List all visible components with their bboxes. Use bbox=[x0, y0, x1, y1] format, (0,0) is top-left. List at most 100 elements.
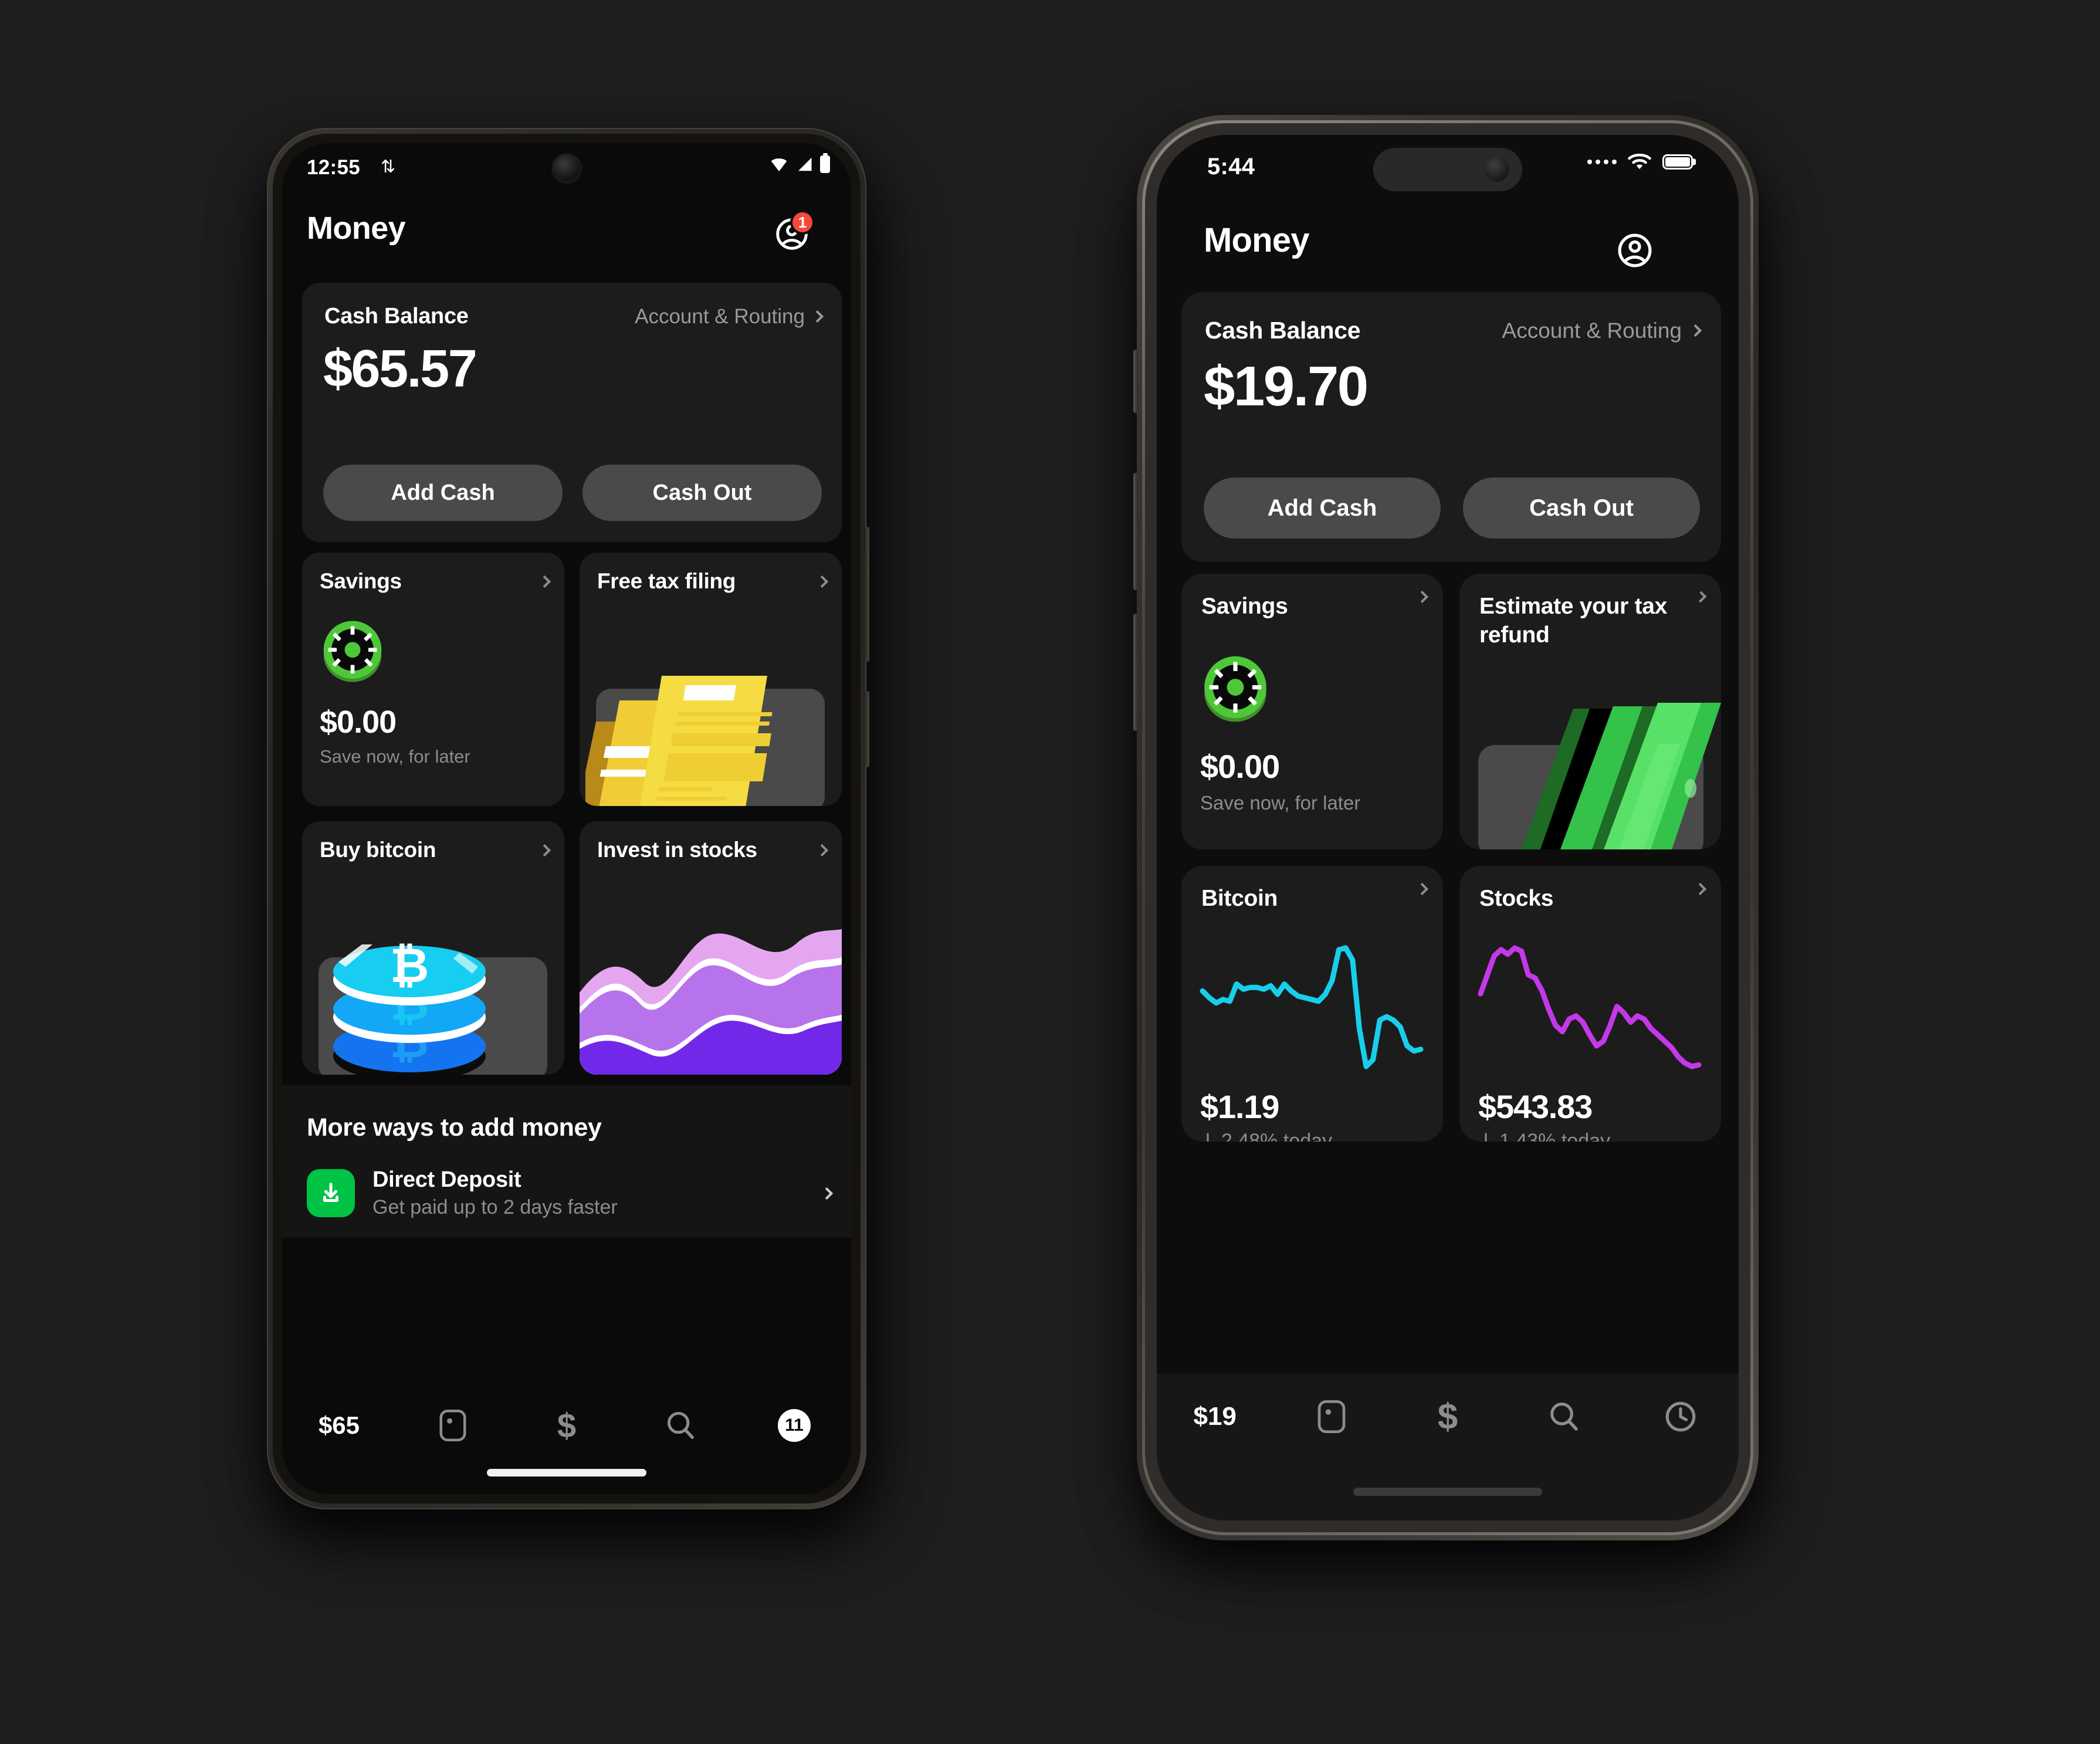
android-front-camera bbox=[553, 155, 580, 182]
nav-item-payments[interactable]: $ bbox=[1390, 1393, 1506, 1441]
chevron-right-icon bbox=[811, 310, 824, 323]
tax-filing-tile[interactable]: Free tax filing bbox=[580, 553, 842, 806]
add-cash-button[interactable]: Add Cash bbox=[323, 465, 563, 521]
savings-subtitle: Save now, for later bbox=[1200, 792, 1361, 814]
download-icon bbox=[307, 1169, 355, 1217]
account-routing-link[interactable]: Account & Routing bbox=[1502, 318, 1702, 343]
buy-bitcoin-tile[interactable]: Buy bitcoin ₿ ₿ bbox=[302, 821, 564, 1075]
notification-badge: 1 bbox=[790, 210, 815, 235]
invest-stocks-tile[interactable]: Invest in stocks bbox=[580, 821, 842, 1075]
cash-balance-label: Cash Balance bbox=[1205, 317, 1361, 344]
ios-volume-down-button[interactable] bbox=[1133, 614, 1138, 731]
nav-item-search[interactable] bbox=[624, 1404, 737, 1447]
search-icon bbox=[667, 1411, 694, 1439]
savings-tile-header: Savings bbox=[1201, 590, 1429, 621]
dollar-icon: $ bbox=[557, 1406, 577, 1445]
tax-documents-illustration bbox=[585, 676, 773, 806]
chevron-right-icon bbox=[1415, 882, 1429, 896]
vault-icon bbox=[1204, 656, 1266, 722]
android-power-button[interactable] bbox=[865, 691, 869, 767]
savings-tile-title: Savings bbox=[1201, 594, 1288, 619]
bitcoin-amount: $1.19 bbox=[1200, 1088, 1279, 1125]
cash-balance-header: Cash Balance Account & Routing bbox=[324, 304, 824, 329]
savings-tile[interactable]: Savings $0.00 Save now, for later bbox=[1181, 574, 1443, 849]
ios-app-header: Money bbox=[1157, 205, 1739, 287]
bitcoin-sparkline-chart bbox=[1200, 945, 1424, 1069]
android-tile-grid: Savings $0.00 Save now, for later Free t… bbox=[302, 553, 842, 1075]
android-status-bar: 12:55 ⇅ bbox=[282, 143, 851, 192]
android-volume-button[interactable] bbox=[865, 527, 869, 662]
page-title: Money bbox=[1204, 221, 1309, 259]
tax-filing-tile-header: Free tax filing bbox=[597, 569, 829, 594]
nav-item-balance[interactable]: $65 bbox=[282, 1404, 396, 1447]
android-system-icons bbox=[770, 155, 830, 174]
battery-icon bbox=[1662, 154, 1693, 170]
savings-tile[interactable]: Savings $0.00 Save now, for later bbox=[302, 553, 564, 806]
nav-item-activity[interactable]: 11 bbox=[737, 1404, 851, 1447]
ios-volume-up-button[interactable] bbox=[1133, 473, 1138, 590]
card-icon bbox=[439, 1410, 466, 1441]
ios-tile-grid: Savings $0.00 Save now, for later Estima… bbox=[1181, 574, 1721, 1142]
nav-item-activity[interactable] bbox=[1623, 1393, 1739, 1441]
invest-stocks-tile-header: Invest in stocks bbox=[597, 838, 829, 862]
ios-bezel: 5:44 Money Cash Balance Account & Routin… bbox=[1145, 123, 1750, 1532]
cash-balance-header: Cash Balance Account & Routing bbox=[1205, 317, 1702, 344]
nav-item-payments[interactable]: $ bbox=[510, 1404, 624, 1447]
cash-bills-illustration bbox=[1522, 703, 1721, 849]
nav-item-search[interactable] bbox=[1506, 1393, 1622, 1441]
stocks-delta-label: 1.43% today bbox=[1499, 1130, 1611, 1142]
add-cash-button[interactable]: Add Cash bbox=[1204, 478, 1441, 539]
status-time: 12:55 bbox=[307, 156, 361, 179]
profile-button[interactable]: 1 bbox=[776, 204, 834, 252]
cash-balance-card[interactable]: Cash Balance Account & Routing $19.70 Ad… bbox=[1181, 292, 1721, 562]
chevron-right-icon bbox=[820, 1187, 834, 1200]
android-screen: 12:55 ⇅ Money 1 Cash Balance Account & R… bbox=[282, 143, 851, 1494]
arrow-down-icon bbox=[1207, 1132, 1209, 1142]
bitcoin-tile[interactable]: Bitcoin $1.19 2.48% today bbox=[1181, 866, 1443, 1142]
cash-out-button[interactable]: Cash Out bbox=[1463, 478, 1700, 539]
nav-item-balance[interactable]: $19 bbox=[1157, 1393, 1273, 1441]
android-app-header: Money 1 bbox=[282, 197, 851, 267]
account-routing-label: Account & Routing bbox=[1502, 318, 1682, 343]
stocks-tile[interactable]: Stocks $543.83 1.43% today bbox=[1459, 866, 1721, 1142]
svg-text:₿: ₿ bbox=[390, 939, 429, 993]
cash-out-button[interactable]: Cash Out bbox=[582, 465, 822, 521]
ios-mute-switch[interactable] bbox=[1133, 350, 1138, 413]
nav-item-card[interactable] bbox=[1273, 1393, 1389, 1441]
stocks-delta: 1.43% today bbox=[1478, 1130, 1610, 1142]
ios-bottom-nav: $19 $ bbox=[1157, 1374, 1739, 1521]
profile-button[interactable] bbox=[1618, 215, 1700, 267]
ios-bezel-rim: 5:44 Money Cash Balance Account & Routin… bbox=[1142, 120, 1753, 1535]
dynamic-island bbox=[1373, 148, 1522, 191]
buy-bitcoin-tile-header: Buy bitcoin bbox=[320, 838, 551, 862]
dots-icon bbox=[1587, 160, 1617, 164]
savings-tile-title: Savings bbox=[320, 569, 402, 593]
account-routing-label: Account & Routing bbox=[635, 304, 805, 328]
signal-icon bbox=[798, 157, 812, 171]
savings-amount: $0.00 bbox=[320, 705, 397, 740]
tax-refund-tile-title: Estimate your tax refund bbox=[1479, 594, 1668, 648]
direct-deposit-row[interactable]: Direct Deposit Get paid up to 2 days fas… bbox=[307, 1167, 834, 1219]
chevron-right-icon bbox=[1415, 590, 1429, 604]
direct-deposit-text: Direct Deposit Get paid up to 2 days fas… bbox=[372, 1167, 805, 1219]
direct-deposit-title: Direct Deposit bbox=[372, 1167, 521, 1192]
android-content: Cash Balance Account & Routing $65.57 Ad… bbox=[282, 267, 851, 1494]
cash-balance-amount: $65.57 bbox=[323, 340, 477, 398]
cash-balance-label: Cash Balance bbox=[324, 304, 469, 329]
android-bottom-nav: $65 $ 11 bbox=[282, 1389, 851, 1494]
tax-refund-tile[interactable]: Estimate your tax refund bbox=[1459, 574, 1721, 849]
account-routing-link[interactable]: Account & Routing bbox=[635, 304, 824, 329]
ios-system-icons bbox=[1587, 153, 1693, 171]
android-bezel: 12:55 ⇅ Money 1 Cash Balance Account & R… bbox=[273, 134, 861, 1503]
stocks-tile-title: Stocks bbox=[1479, 886, 1554, 911]
cash-balance-card[interactable]: Cash Balance Account & Routing $65.57 Ad… bbox=[302, 283, 842, 542]
screenshot-stage: 12:55 ⇅ Money 1 Cash Balance Account & R… bbox=[0, 0, 2100, 1744]
tax-refund-tile-header: Estimate your tax refund bbox=[1479, 591, 1707, 650]
more-ways-section: More ways to add money Direct Deposit Ge… bbox=[282, 1085, 851, 1238]
ios-phone-frame: 5:44 Money Cash Balance Account & Routin… bbox=[1133, 115, 1759, 1540]
tax-filing-tile-title: Free tax filing bbox=[597, 569, 736, 593]
dollar-icon: $ bbox=[1437, 1396, 1458, 1437]
nav-item-card[interactable] bbox=[396, 1404, 510, 1447]
wifi-icon bbox=[771, 158, 787, 171]
wifi-icon bbox=[1628, 154, 1651, 170]
